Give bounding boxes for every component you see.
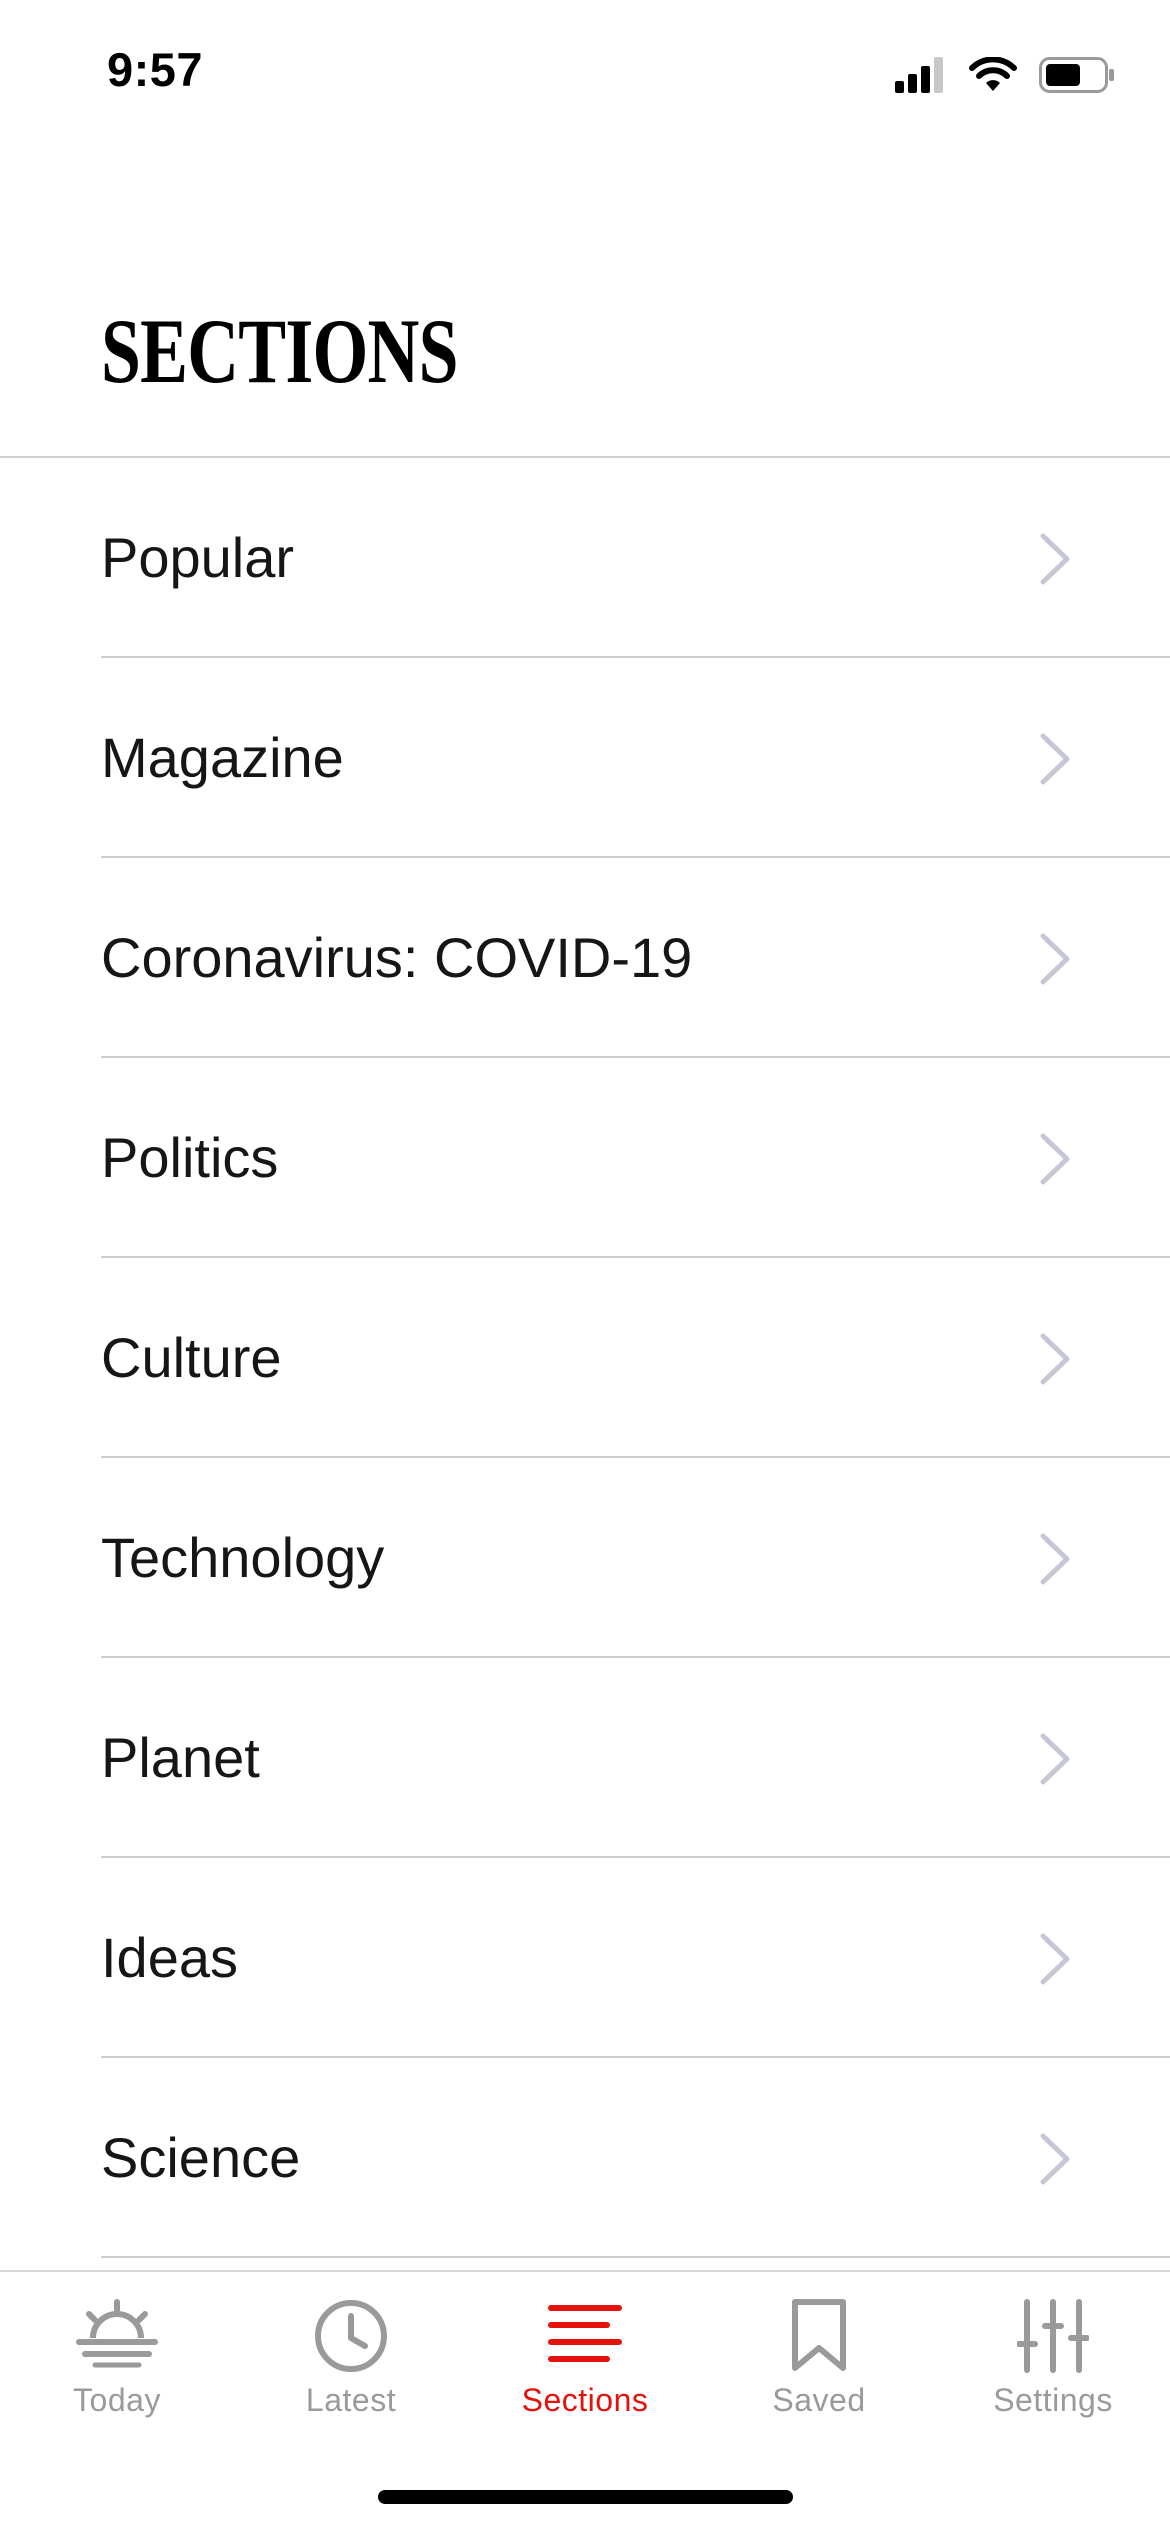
section-item-culture[interactable]: Culture [0, 1258, 1170, 1458]
section-item-politics[interactable]: Politics [0, 1058, 1170, 1258]
tab-latest[interactable]: Latest [234, 2272, 468, 2432]
bookmark-icon [792, 2299, 846, 2371]
tab-today[interactable]: Today [0, 2272, 234, 2432]
section-item-popular[interactable]: Popular [0, 458, 1170, 658]
status-time: 9:57 [107, 43, 204, 96]
tab-label: Latest [305, 2382, 397, 2418]
chevron-right-icon [1040, 533, 1070, 585]
chevron-right-icon [1040, 733, 1070, 785]
section-item-label: Technology [101, 1526, 385, 1589]
chevron-right-icon [1040, 1133, 1070, 1185]
section-item-label: Magazine [101, 726, 344, 789]
section-item-label: Popular [101, 526, 295, 589]
tab-sections[interactable]: Sections [468, 2272, 702, 2432]
sliders-icon [1017, 2299, 1089, 2373]
chevron-right-icon [1040, 1733, 1070, 1785]
sunrise-icon [76, 2299, 158, 2368]
section-item-magazine[interactable]: Magazine [0, 658, 1170, 858]
status-bar: 9:57 [0, 0, 1170, 150]
section-item-label: Ideas [101, 1926, 238, 1989]
section-item-label: Science [101, 2126, 301, 2189]
chevron-right-icon [1040, 1533, 1070, 1585]
tab-label: Today [73, 2382, 161, 2418]
section-item-label: Politics [101, 1126, 279, 1189]
section-item-label: Coronavirus: COVID-19 [101, 926, 693, 989]
section-item-label: Culture [101, 1326, 282, 1389]
section-item-technology[interactable]: Technology [0, 1458, 1170, 1658]
tab-label: Sections [521, 2382, 649, 2418]
home-indicator[interactable] [378, 2490, 793, 2504]
tab-label: Saved [772, 2382, 866, 2418]
section-item-science[interactable]: Science [0, 2058, 1170, 2258]
tab-settings[interactable]: Settings [936, 2272, 1170, 2432]
chevron-right-icon [1040, 2133, 1070, 2185]
chevron-right-icon [1040, 933, 1070, 985]
tab-saved[interactable]: Saved [702, 2272, 936, 2432]
wifi-icon [969, 57, 1017, 91]
cellular-signal-icon [895, 57, 943, 93]
section-item-label: Planet [101, 1726, 260, 1789]
tab-label: Settings [993, 2382, 1113, 2418]
page-title: SECTIONS [101, 300, 458, 402]
row-divider [101, 2256, 1170, 2258]
section-item-planet[interactable]: Planet [0, 1658, 1170, 1858]
battery-icon [1039, 57, 1114, 93]
chevron-right-icon [1040, 1933, 1070, 1985]
section-item-coronavirus[interactable]: Coronavirus: COVID-19 [0, 858, 1170, 1058]
clock-icon [315, 2300, 387, 2372]
menu-lines-icon [548, 2305, 622, 2362]
chevron-right-icon [1040, 1333, 1070, 1385]
status-icons [895, 50, 1115, 100]
section-item-ideas[interactable]: Ideas [0, 1858, 1170, 2058]
sections-list: Popular Magazine Coronavirus: COVID-19 P… [0, 458, 1170, 2258]
